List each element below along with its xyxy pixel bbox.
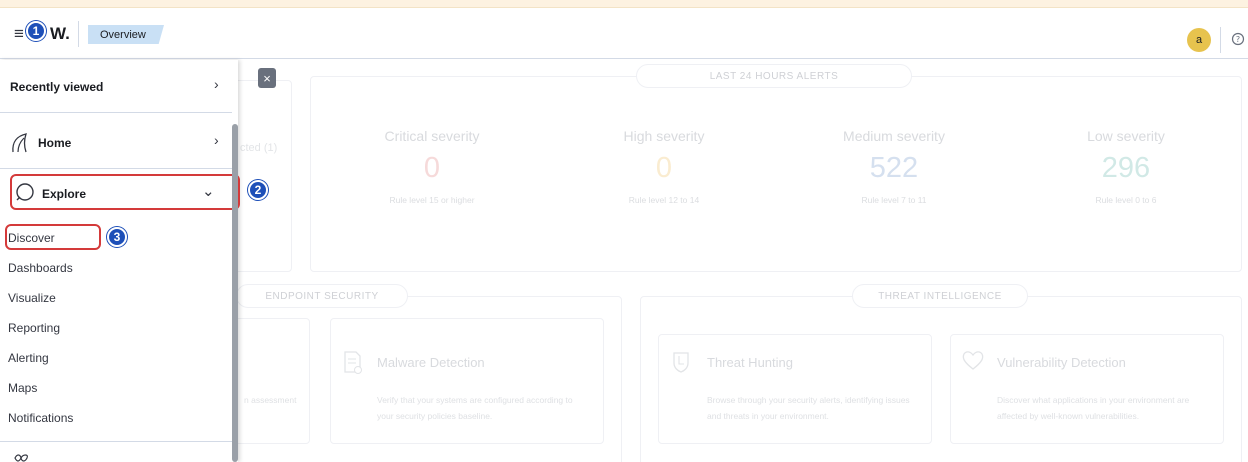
nav-item-notifications[interactable]: Notifications <box>8 411 73 425</box>
step-marker-1: 1 <box>26 21 46 41</box>
highlight-discover <box>5 224 101 250</box>
close-nav-button[interactable]: × <box>258 68 276 88</box>
nav-item-visualize[interactable]: Visualize <box>8 291 56 305</box>
nav-divider <box>0 168 232 169</box>
top-banner <box>0 0 1248 8</box>
user-avatar[interactable]: a <box>1187 28 1211 52</box>
recently-viewed-label: Recently viewed <box>10 80 104 94</box>
hamburger-menu-icon[interactable]: ≡ <box>14 25 24 43</box>
nav-item-reporting[interactable]: Reporting <box>8 321 60 335</box>
home-label: Home <box>38 136 72 150</box>
app-header: ≡ 1 W. Overview a ? <box>0 9 1248 59</box>
nav-divider <box>0 112 232 113</box>
help-icon[interactable]: ? <box>1231 32 1245 46</box>
header-divider <box>78 21 79 47</box>
nav-item-maps[interactable]: Maps <box>8 381 37 395</box>
infinity-icon <box>14 454 28 462</box>
chevron-right-icon: › <box>214 76 219 92</box>
nav-divider <box>0 441 232 442</box>
header-divider-right <box>1220 27 1221 53</box>
breadcrumb-overview[interactable]: Overview <box>88 25 164 44</box>
svg-text:?: ? <box>1236 35 1240 44</box>
home-section[interactable]: Home › <box>0 120 238 170</box>
step-marker-2: 2 <box>248 180 268 200</box>
nav-item-dashboards[interactable]: Dashboards <box>8 261 73 275</box>
leaf-logo-icon <box>12 133 27 153</box>
side-navigation: Recently viewed › Home › Explore ⌄ 2 Dis… <box>0 60 268 462</box>
nav-item-alerting[interactable]: Alerting <box>8 351 49 365</box>
highlight-explore <box>10 174 240 210</box>
nav-scrollbar[interactable] <box>232 124 238 462</box>
chevron-right-icon: › <box>214 132 219 148</box>
app-logo[interactable]: W. <box>50 24 70 44</box>
recently-viewed-section[interactable]: Recently viewed › <box>0 60 238 112</box>
step-marker-3: 3 <box>107 227 127 247</box>
